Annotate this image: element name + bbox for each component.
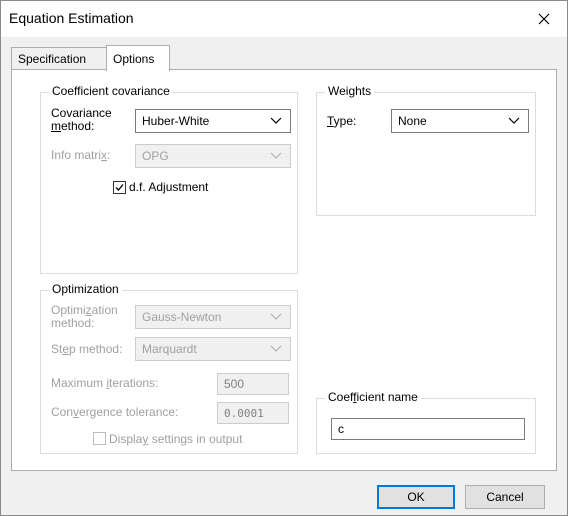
coefficient-name-group: Coefficient name c: [316, 390, 536, 454]
coefficient-covariance-group: Coefficient covariance Covariance method…: [40, 84, 298, 274]
info-matrix-label-post: :: [107, 148, 111, 162]
max-iterations-value: 500: [224, 377, 245, 391]
coefficient-covariance-title: Coefficient covariance: [49, 84, 173, 98]
covariance-method-label-rest: ethod:: [61, 119, 95, 133]
step-method-label: Step method:: [51, 343, 122, 356]
optimization-method-label-pre: Optimi: [51, 303, 86, 317]
chevron-down-icon: [270, 152, 282, 159]
cancel-button[interactable]: Cancel: [465, 485, 545, 509]
coefficient-name-value: c: [338, 422, 344, 436]
optimization-title: Optimization: [49, 282, 122, 296]
covariance-method-label: Covariance method:: [51, 107, 112, 133]
window-title: Equation Estimation: [9, 10, 134, 26]
coefficient-name-title-pre: Coef: [328, 390, 354, 404]
weights-type-label-post: ype:: [333, 114, 357, 128]
coefficient-name-title-post: icient name: [356, 390, 418, 404]
mnemonic-t: T: [327, 114, 334, 128]
optimization-method-label: Optimization method:: [51, 304, 118, 330]
info-matrix-label-pre: Info matri: [51, 148, 102, 162]
info-matrix-select[interactable]: OPG: [135, 144, 291, 168]
weights-title: Weights: [325, 84, 375, 98]
optimization-method-select[interactable]: Gauss-Newton: [135, 305, 291, 329]
coefficient-name-title: Coefficient name: [325, 390, 421, 404]
equation-estimation-dialog: Equation Estimation Specification Option…: [0, 0, 568, 516]
optimization-method-label-line2: method:: [51, 316, 95, 330]
max-iterations-label-post: terations:: [109, 376, 159, 390]
tab-specification-label: Specification: [18, 51, 87, 66]
display-settings-checkbox[interactable]: [93, 432, 106, 445]
step-method-select[interactable]: Marquardt: [135, 337, 291, 361]
tab-options-label: Options: [113, 51, 155, 66]
chevron-down-icon: [270, 117, 282, 124]
mnemonic-m: m: [51, 119, 61, 133]
convergence-tolerance-input[interactable]: 0.0001: [217, 402, 289, 424]
chevron-down-icon: [508, 117, 520, 124]
weights-type-select[interactable]: None: [391, 109, 529, 133]
ok-button[interactable]: OK: [377, 485, 455, 509]
close-button[interactable]: [521, 1, 567, 37]
convergence-tolerance-label: Convergence tolerance:: [51, 406, 178, 419]
covariance-method-select[interactable]: Huber-White: [135, 109, 291, 133]
max-iterations-label-pre: Maximum: [51, 376, 107, 390]
tab-specification[interactable]: Specification: [11, 47, 107, 69]
display-settings-label[interactable]: Display settings in output: [109, 433, 242, 446]
df-adjustment-label-post: ustment: [165, 180, 209, 194]
display-settings-label-post: settings in output: [148, 432, 243, 446]
df-adjustment-label[interactable]: d.f. Adjustment: [129, 181, 208, 194]
close-icon: [538, 13, 550, 25]
convergence-tolerance-label-pre: Con: [51, 405, 74, 419]
covariance-method-label-line2: method:: [51, 120, 112, 133]
coefficient-name-input[interactable]: c: [331, 418, 525, 440]
weights-group: Weights Type: None: [316, 84, 536, 216]
info-matrix-label: Info matrix:: [51, 149, 110, 162]
optimization-method-label-post: ation: [91, 303, 118, 317]
convergence-tolerance-label-post: ergence tolerance:: [79, 405, 179, 419]
chevron-down-icon: [270, 313, 282, 320]
covariance-method-value: Huber-White: [142, 114, 210, 128]
cancel-button-label: Cancel: [486, 490, 524, 504]
step-method-value: Marquardt: [142, 342, 197, 356]
df-adjustment-checkbox[interactable]: [113, 181, 126, 194]
checkmark-icon: [115, 184, 124, 191]
info-matrix-value: OPG: [142, 149, 169, 163]
display-settings-label-pre: Displa: [109, 432, 143, 446]
chevron-down-icon: [270, 345, 282, 352]
ok-button-label: OK: [407, 490, 425, 504]
optimization-group: Optimization Optimization method: Gauss-…: [40, 282, 298, 454]
optimization-method-value: Gauss-Newton: [142, 310, 222, 324]
weights-type-label: Type:: [327, 115, 356, 128]
options-panel: Coefficient covariance Covariance method…: [11, 69, 557, 471]
max-iterations-input[interactable]: 500: [217, 373, 289, 395]
tab-options[interactable]: Options: [106, 45, 170, 71]
step-method-label-pre: St: [51, 342, 63, 356]
convergence-tolerance-value: 0.0001: [224, 406, 264, 420]
step-method-label-post: p method:: [69, 342, 123, 356]
max-iterations-label: Maximum iterations:: [51, 377, 158, 390]
weights-type-value: None: [398, 114, 427, 128]
df-adjustment-label-pre: d.f. Ad: [129, 180, 164, 194]
title-bar: Equation Estimation: [1, 1, 567, 37]
